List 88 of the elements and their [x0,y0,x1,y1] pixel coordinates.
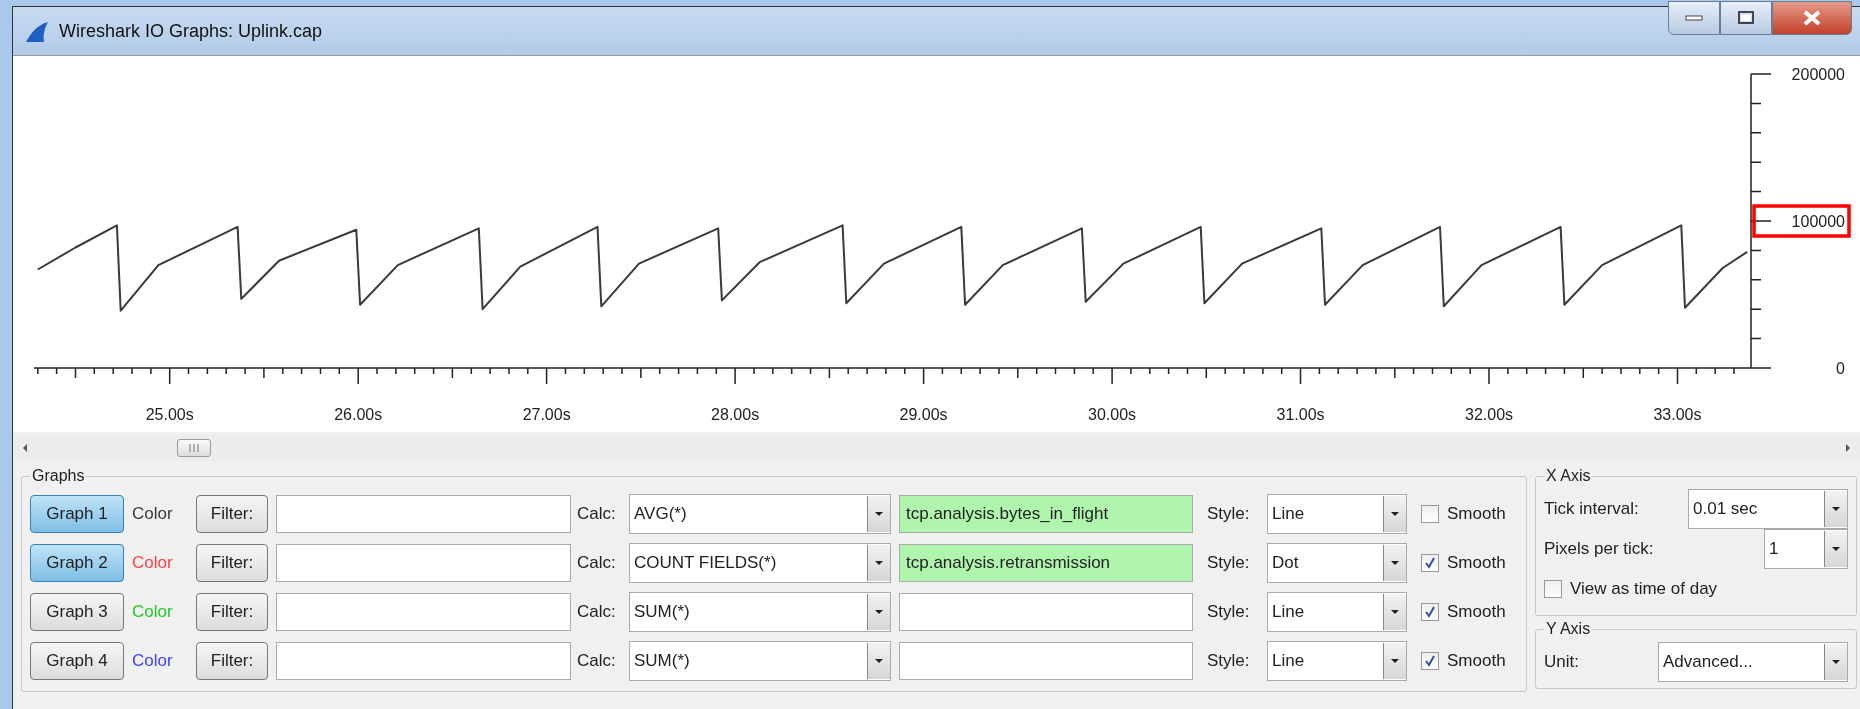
caret-icon [1390,608,1400,615]
filter-input[interactable] [276,543,571,582]
axis-label: 0 [1836,360,1845,377]
style-dropdown[interactable]: Line [1267,591,1407,632]
axis-label: 26.00s [334,406,383,423]
smooth-checkbox[interactable] [1421,602,1439,621]
scroll-thumb[interactable] [177,439,211,457]
caret-icon [1831,546,1841,552]
axis-label: 100000 [1791,213,1845,230]
calc-dropdown[interactable]: SUM(*) [629,591,891,632]
axis-label: 31.00s [1276,406,1325,423]
filter-input[interactable] [276,592,571,631]
close-icon [1802,10,1822,26]
group-title: Y Axis [1545,620,1592,638]
smooth-checkbox[interactable] [1421,651,1439,670]
field-input[interactable] [899,641,1193,680]
field-input[interactable] [899,592,1193,631]
filter-button[interactable]: Filter: [196,543,268,582]
caret-icon [874,510,884,517]
group-title: Graphs [31,467,86,485]
color-label[interactable]: Color [132,650,188,671]
maximize-icon [1737,11,1755,25]
close-button[interactable] [1772,1,1852,35]
caret-icon [874,657,884,664]
minimize-button[interactable] [1668,1,1720,35]
checkbox-label[interactable]: Smooth [1447,552,1506,573]
caret-icon [1390,657,1400,664]
checkbox-label[interactable]: View as time of day [1570,579,1718,599]
filter-button[interactable]: Filter: [196,592,268,631]
caret-icon [874,608,884,615]
axis-label: 32.00s [1465,406,1514,423]
filter-button[interactable]: Filter: [196,641,268,680]
field-input[interactable]: tcp.analysis.bytes_in_flight [899,494,1193,533]
axis-label: 33.00s [1653,406,1702,423]
style-dropdown[interactable]: Dot [1267,542,1407,583]
maximize-button[interactable] [1720,1,1772,35]
style-label: Style: [1207,503,1251,524]
group-title: X Axis [1545,467,1592,485]
checkbox-label[interactable]: Smooth [1447,601,1506,622]
style-label: Style: [1207,601,1251,622]
axis-label: 30.00s [1088,406,1137,423]
graph-toggle-button[interactable]: Graph 4 [30,641,124,680]
window-title: Wireshark IO Graphs: Uplink.cap [59,21,323,42]
calc-label: Calc: [577,650,617,671]
time-of-day-checkbox[interactable] [1544,580,1562,598]
caret-icon [874,559,884,566]
horizontal-scrollbar[interactable] [13,435,1860,461]
pixels-per-tick-label: Pixels per tick: [1544,539,1654,559]
axis-label: 200000 [1791,66,1845,83]
axis-label: 25.00s [145,406,194,423]
smooth-checkbox[interactable] [1421,553,1439,572]
style-dropdown[interactable]: Line [1267,640,1407,681]
color-label[interactable]: Color [132,503,188,524]
tick-interval-dropdown[interactable]: 0.01 sec [1688,489,1848,529]
right-arrow-icon[interactable] [1844,443,1852,453]
caret-icon [1390,510,1400,517]
axis-label: 28.00s [711,406,760,423]
style-dropdown[interactable]: Line [1267,493,1407,534]
caret-icon [1831,659,1841,665]
calc-label: Calc: [577,503,617,524]
graph-toggle-button[interactable]: Graph 3 [30,592,124,631]
calc-label: Calc: [577,601,617,622]
tick-interval-label: Tick interval: [1544,499,1639,519]
smooth-checkbox[interactable] [1421,504,1439,523]
calc-dropdown[interactable]: COUNT FIELDS(*) [629,542,891,583]
filter-input[interactable] [276,494,571,533]
graph-toggle-button[interactable]: Graph 2 [30,543,124,582]
graph-toggle-button[interactable]: Graph 1 [30,494,124,533]
unit-label: Unit: [1544,652,1579,672]
fin-icon [25,21,49,43]
filter-button[interactable]: Filter: [196,494,268,533]
left-arrow-icon[interactable] [21,443,29,453]
checkbox-label[interactable]: Smooth [1447,650,1506,671]
minimize-icon [1685,14,1703,22]
caret-icon [1390,559,1400,566]
axis-label: 27.00s [522,406,571,423]
field-input[interactable]: tcp.analysis.retransmission [899,543,1193,582]
axis-label: 29.00s [899,406,948,423]
style-label: Style: [1207,650,1251,671]
calc-label: Calc: [577,552,617,573]
pixels-per-tick-dropdown[interactable]: 1 [1764,529,1848,569]
checkbox-label[interactable]: Smooth [1447,503,1506,524]
style-label: Style: [1207,552,1251,573]
calc-dropdown[interactable]: AVG(*) [629,493,891,534]
unit-dropdown[interactable]: Advanced... [1658,642,1848,682]
calc-dropdown[interactable]: SUM(*) [629,640,891,681]
filter-input[interactable] [276,641,571,680]
caret-icon [1831,506,1841,512]
